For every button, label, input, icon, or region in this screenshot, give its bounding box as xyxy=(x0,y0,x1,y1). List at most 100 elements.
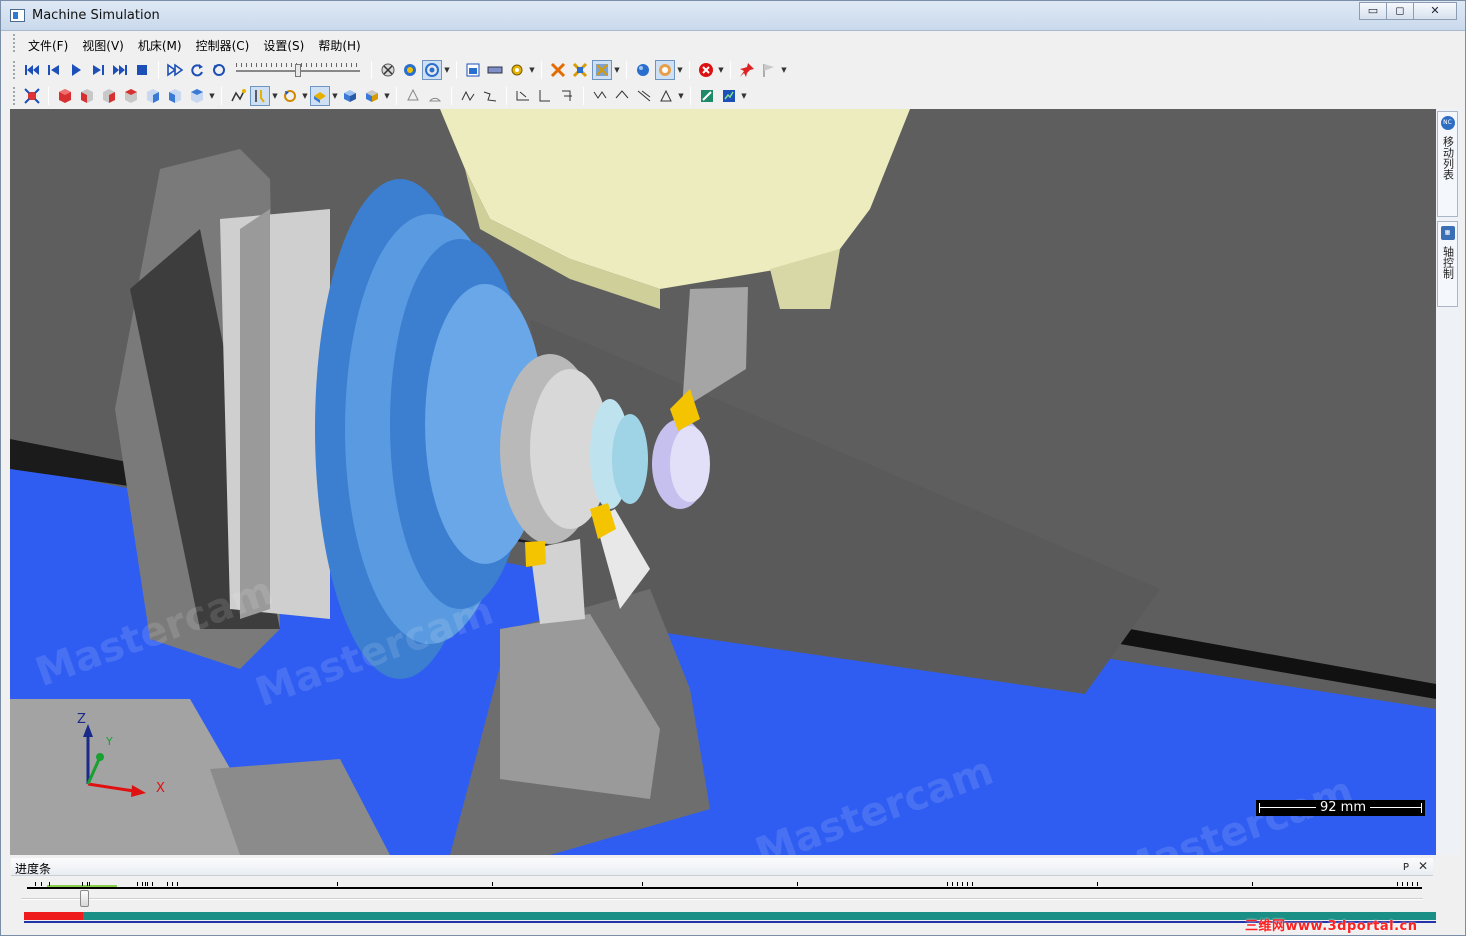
fast-forward-icon[interactable] xyxy=(165,60,185,80)
path-d-icon[interactable] xyxy=(535,86,555,106)
chevron-down-icon[interactable]: ▼ xyxy=(740,92,748,100)
timeline-tick xyxy=(145,882,146,886)
pin-icon[interactable] xyxy=(737,60,757,80)
box-icon[interactable] xyxy=(340,86,360,106)
loop-icon[interactable] xyxy=(187,60,207,80)
menu-help[interactable]: 帮助(H) xyxy=(311,34,367,56)
view-back-icon[interactable] xyxy=(99,86,119,106)
transparent-icon[interactable] xyxy=(403,86,423,106)
toolbar-separator xyxy=(456,60,457,79)
export-icon[interactable] xyxy=(697,86,717,106)
operation-timeline[interactable] xyxy=(27,882,1422,889)
settings-gear-icon[interactable] xyxy=(507,60,527,80)
step-forward-icon[interactable] xyxy=(88,60,108,80)
tab-move-list-label: 移动列表 xyxy=(1441,136,1455,180)
menu-view[interactable]: 视图(V) xyxy=(75,34,131,56)
timeline-tick xyxy=(82,882,83,886)
chevron-down-icon[interactable]: ▼ xyxy=(677,92,685,100)
path-h-icon[interactable] xyxy=(634,86,654,106)
toolbar-separator xyxy=(396,86,397,105)
view-right-icon[interactable] xyxy=(143,86,163,106)
last-icon[interactable] xyxy=(110,60,130,80)
show-workpiece-icon[interactable] xyxy=(422,59,442,80)
view-iso-icon[interactable] xyxy=(55,86,75,106)
path-c-icon[interactable] xyxy=(513,86,533,106)
toolbar-grip[interactable] xyxy=(13,86,17,105)
pin-panel-icon[interactable]: ᴘ xyxy=(1403,859,1409,873)
toolpath-icon[interactable] xyxy=(228,86,248,106)
chevron-down-icon[interactable]: ▼ xyxy=(383,92,391,100)
menu-machine[interactable]: 机床(M) xyxy=(131,34,189,56)
chevron-down-icon[interactable]: ▼ xyxy=(676,66,684,74)
menu-grip[interactable] xyxy=(13,34,17,52)
rotate-icon[interactable] xyxy=(280,86,300,106)
path-g-icon[interactable] xyxy=(612,86,632,106)
tab-move-list[interactable]: NC 移动列表 xyxy=(1437,111,1458,217)
first-icon[interactable] xyxy=(22,60,42,80)
timeline-tick xyxy=(172,882,173,886)
chevron-down-icon[interactable]: ▼ xyxy=(271,92,279,100)
speed-slider[interactable] xyxy=(236,60,360,80)
path-f-icon[interactable] xyxy=(590,86,610,106)
stock-display-icon[interactable] xyxy=(310,85,330,106)
material-icon[interactable] xyxy=(655,59,675,80)
chevron-down-icon[interactable]: ▼ xyxy=(717,66,725,74)
close-button[interactable]: ✕ xyxy=(1413,2,1457,20)
minimize-button[interactable]: ▭ xyxy=(1359,2,1387,20)
chevron-down-icon[interactable]: ▼ xyxy=(331,92,339,100)
hide-tool-icon[interactable] xyxy=(378,60,398,80)
window-view-icon[interactable] xyxy=(463,60,483,80)
maximize-button[interactable]: ◻ xyxy=(1386,2,1414,20)
toolbar-separator xyxy=(506,86,507,105)
scale-bar-label: 92 mm xyxy=(1316,800,1371,816)
globe-icon[interactable] xyxy=(633,60,653,80)
view-bottom-icon[interactable] xyxy=(187,86,207,106)
path-a-icon[interactable] xyxy=(458,86,478,106)
collision-icon[interactable] xyxy=(548,60,568,80)
axis-triad: Z Y X xyxy=(74,709,174,809)
chevron-down-icon[interactable]: ▼ xyxy=(528,66,536,74)
progress-panel: 进度条 ᴘ ✕ xyxy=(11,858,1436,930)
chevron-down-icon[interactable]: ▼ xyxy=(443,66,451,74)
ruler-icon[interactable] xyxy=(485,60,505,80)
flag-icon[interactable] xyxy=(759,60,779,80)
path-e-icon[interactable] xyxy=(557,86,577,106)
step-back-icon[interactable] xyxy=(44,60,64,80)
view-top-icon[interactable] xyxy=(165,86,185,106)
rewind-loop-icon[interactable] xyxy=(209,60,229,80)
tab-axis-control[interactable]: ▦ 轴控制 xyxy=(1437,221,1458,307)
path-i-icon[interactable] xyxy=(656,86,676,106)
timeline-tick xyxy=(1097,882,1098,886)
machine-display-icon[interactable] xyxy=(362,86,382,106)
collision-check-icon[interactable] xyxy=(570,60,590,80)
simulation-viewport[interactable]: Mastercam Mastercam Mastercam Mastercam … xyxy=(10,109,1436,855)
fit-view-icon[interactable] xyxy=(22,86,42,106)
report-icon[interactable] xyxy=(719,86,739,106)
menu-file[interactable]: 文件(F) xyxy=(21,34,75,56)
progress-slider-thumb[interactable] xyxy=(79,890,89,907)
toolbar-separator xyxy=(583,86,584,105)
chevron-down-icon[interactable]: ▼ xyxy=(613,66,621,74)
timeline-tick xyxy=(1402,882,1403,886)
wireframe-icon[interactable] xyxy=(425,86,445,106)
chevron-down-icon[interactable]: ▼ xyxy=(301,92,309,100)
play-icon[interactable] xyxy=(66,60,86,80)
chevron-down-icon[interactable]: ▼ xyxy=(780,66,788,74)
chevron-down-icon[interactable]: ▼ xyxy=(208,92,216,100)
menu-settings[interactable]: 设置(S) xyxy=(256,34,311,56)
path-b-icon[interactable] xyxy=(480,86,500,106)
stop-icon[interactable] xyxy=(132,60,152,80)
show-stock-icon[interactable] xyxy=(400,60,420,80)
error-icon[interactable] xyxy=(696,60,716,80)
view-front-icon[interactable] xyxy=(77,86,97,106)
toolbar-grip[interactable] xyxy=(13,60,17,79)
axis-label-y: Y xyxy=(106,735,113,748)
progress-slider[interactable] xyxy=(21,890,1423,907)
speed-slider-thumb[interactable] xyxy=(295,63,301,77)
view-left-icon[interactable] xyxy=(121,86,141,106)
tool-display-icon[interactable] xyxy=(250,85,270,106)
menu-controller[interactable]: 控制器(C) xyxy=(189,34,257,56)
toolbar-separator xyxy=(730,60,731,79)
close-panel-icon[interactable]: ✕ xyxy=(1418,859,1428,873)
collision-options-icon[interactable] xyxy=(592,59,612,80)
